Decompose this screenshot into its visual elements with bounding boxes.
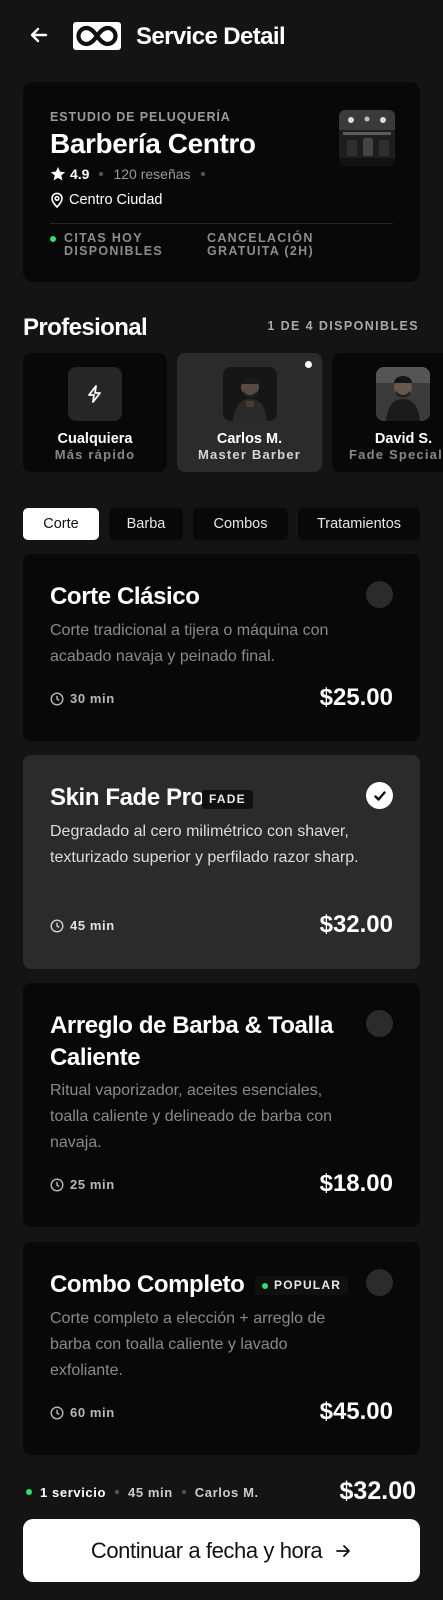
shop-photo[interactable] [339, 110, 395, 166]
clock-icon [50, 1177, 64, 1192]
location-row: Centro Ciudad [50, 190, 163, 210]
tab-combos[interactable]: Combos [193, 508, 288, 540]
shop-card: ESTUDIO DE PELUQUERÍA Barbería Centro 4.… [23, 82, 420, 282]
avatar [222, 367, 277, 421]
service-price: $32.00 [319, 911, 393, 938]
status-dot [50, 236, 56, 242]
avatar [376, 367, 430, 421]
popular-badge: POPULAR [255, 1276, 349, 1295]
service-description: Degradado al cero milimétrico con shaver… [50, 823, 359, 866]
service-radio[interactable] [366, 1269, 393, 1296]
infinity-logo [73, 22, 121, 50]
reviews-link[interactable]: 120 reseñas [113, 166, 190, 182]
service-price: $18.00 [319, 1170, 393, 1197]
top-bar: Service Detail [0, 0, 443, 74]
service-card-arreglo-barba[interactable]: Arreglo de Barba & Toalla Caliente Ritua… [23, 983, 420, 1227]
service-radio[interactable] [366, 581, 393, 608]
tab-corte[interactable]: Corte [23, 508, 99, 540]
service-name: Corte Clásico [50, 583, 200, 610]
star-icon [50, 167, 66, 181]
service-card-corte-clasico[interactable]: Corte Clásico Corte tradicional a tijera… [23, 554, 420, 741]
clock-icon [50, 1405, 64, 1420]
status-dot [262, 1282, 268, 1289]
service-card-combo-completo[interactable]: Combo Completo POPULAR Corte completo a … [23, 1242, 420, 1455]
check-icon [373, 790, 386, 801]
service-duration: 60 min [50, 1405, 115, 1420]
service-name: Skin Fade Pro [50, 784, 205, 811]
location-text: Centro Ciudad [69, 192, 163, 208]
shop-name: Barbería Centro [50, 128, 256, 159]
separator-dot [200, 172, 205, 176]
service-name: Combo Completo [50, 1271, 245, 1298]
service-description: Corte completo a elección + arreglo de b… [50, 1310, 326, 1379]
service-badge: FADE [202, 790, 253, 809]
shop-category: ESTUDIO DE PELUQUERÍA [50, 110, 231, 124]
summary-professional: Carlos M. [194, 1484, 259, 1500]
arrow-right-icon [336, 1544, 351, 1557]
selected-indicator [305, 361, 312, 368]
back-button[interactable] [26, 22, 52, 48]
cancellation-info: CANCELACIÓN GRATUITA (2H) [207, 232, 314, 258]
availability-line-2: DISPONIBLES [64, 244, 164, 258]
separator-dot [115, 1490, 119, 1494]
service-duration: 25 min [50, 1177, 115, 1192]
summary-services: 1 servicio [40, 1484, 106, 1500]
professional-card-any[interactable]: Cualquiera Más rápido [23, 353, 167, 472]
service-radio-selected[interactable] [366, 782, 393, 809]
separator-dot [181, 1490, 186, 1494]
professional-card-david[interactable]: David S. Fade Speciali [332, 353, 443, 472]
professional-role: Más rápido [54, 447, 136, 462]
service-name: Arreglo de Barba & Toalla Caliente [50, 1012, 333, 1071]
cancellation-line-2: GRATUITA (2H) [207, 244, 314, 258]
summary-total: $32.00 [339, 1477, 416, 1505]
divider [50, 223, 393, 224]
professional-name: David S. [374, 431, 433, 447]
separator-dot [99, 172, 104, 176]
professional-name: Carlos M. [216, 431, 283, 447]
service-price: $45.00 [319, 1398, 393, 1425]
status-dot [26, 1489, 32, 1495]
clock-icon [50, 691, 64, 706]
rating-value: 4.9 [70, 166, 90, 182]
continue-button-label: Continuar a fecha y hora [90, 1537, 323, 1563]
professionals-count: 1 DE 4 DISPONIBLES [267, 319, 419, 333]
service-card-skin-fade-pro[interactable]: Skin Fade Pro FADE Degradado al cero mil… [23, 755, 420, 969]
service-radio[interactable] [366, 1010, 393, 1037]
professional-role: Master Barber [197, 447, 302, 462]
service-description: Corte tradicional a tijera o máquina con… [50, 622, 329, 665]
summary-duration: 45 min [128, 1484, 173, 1500]
page-title: Service Detail [136, 23, 286, 50]
service-description: Ritual vaporizador, aceites esenciales, … [50, 1082, 332, 1151]
arrow-left-icon [30, 27, 48, 43]
rating-row: 4.9 120 reseñas [50, 164, 215, 184]
professional-card-carlos[interactable]: Carlos M. Master Barber [177, 353, 322, 472]
service-duration: 30 min [50, 691, 115, 706]
tab-barba[interactable]: Barba [109, 508, 183, 540]
map-pin-icon [51, 192, 63, 208]
lightning-icon [68, 367, 122, 421]
booking-summary: 1 servicio 45 min Carlos M. [26, 1480, 259, 1504]
availability-info: CITAS HOY DISPONIBLES [50, 232, 163, 258]
professionals-title: Profesional [23, 314, 148, 341]
clock-icon [50, 918, 64, 933]
service-price: $25.00 [319, 684, 393, 711]
continue-button[interactable]: Continuar a fecha y hora [23, 1519, 420, 1582]
professional-role: Fade Speciali [349, 447, 443, 462]
service-duration: 45 min [50, 918, 115, 933]
tab-tratamientos[interactable]: Tratamientos [298, 508, 420, 540]
professional-name: Cualquiera [57, 431, 133, 447]
